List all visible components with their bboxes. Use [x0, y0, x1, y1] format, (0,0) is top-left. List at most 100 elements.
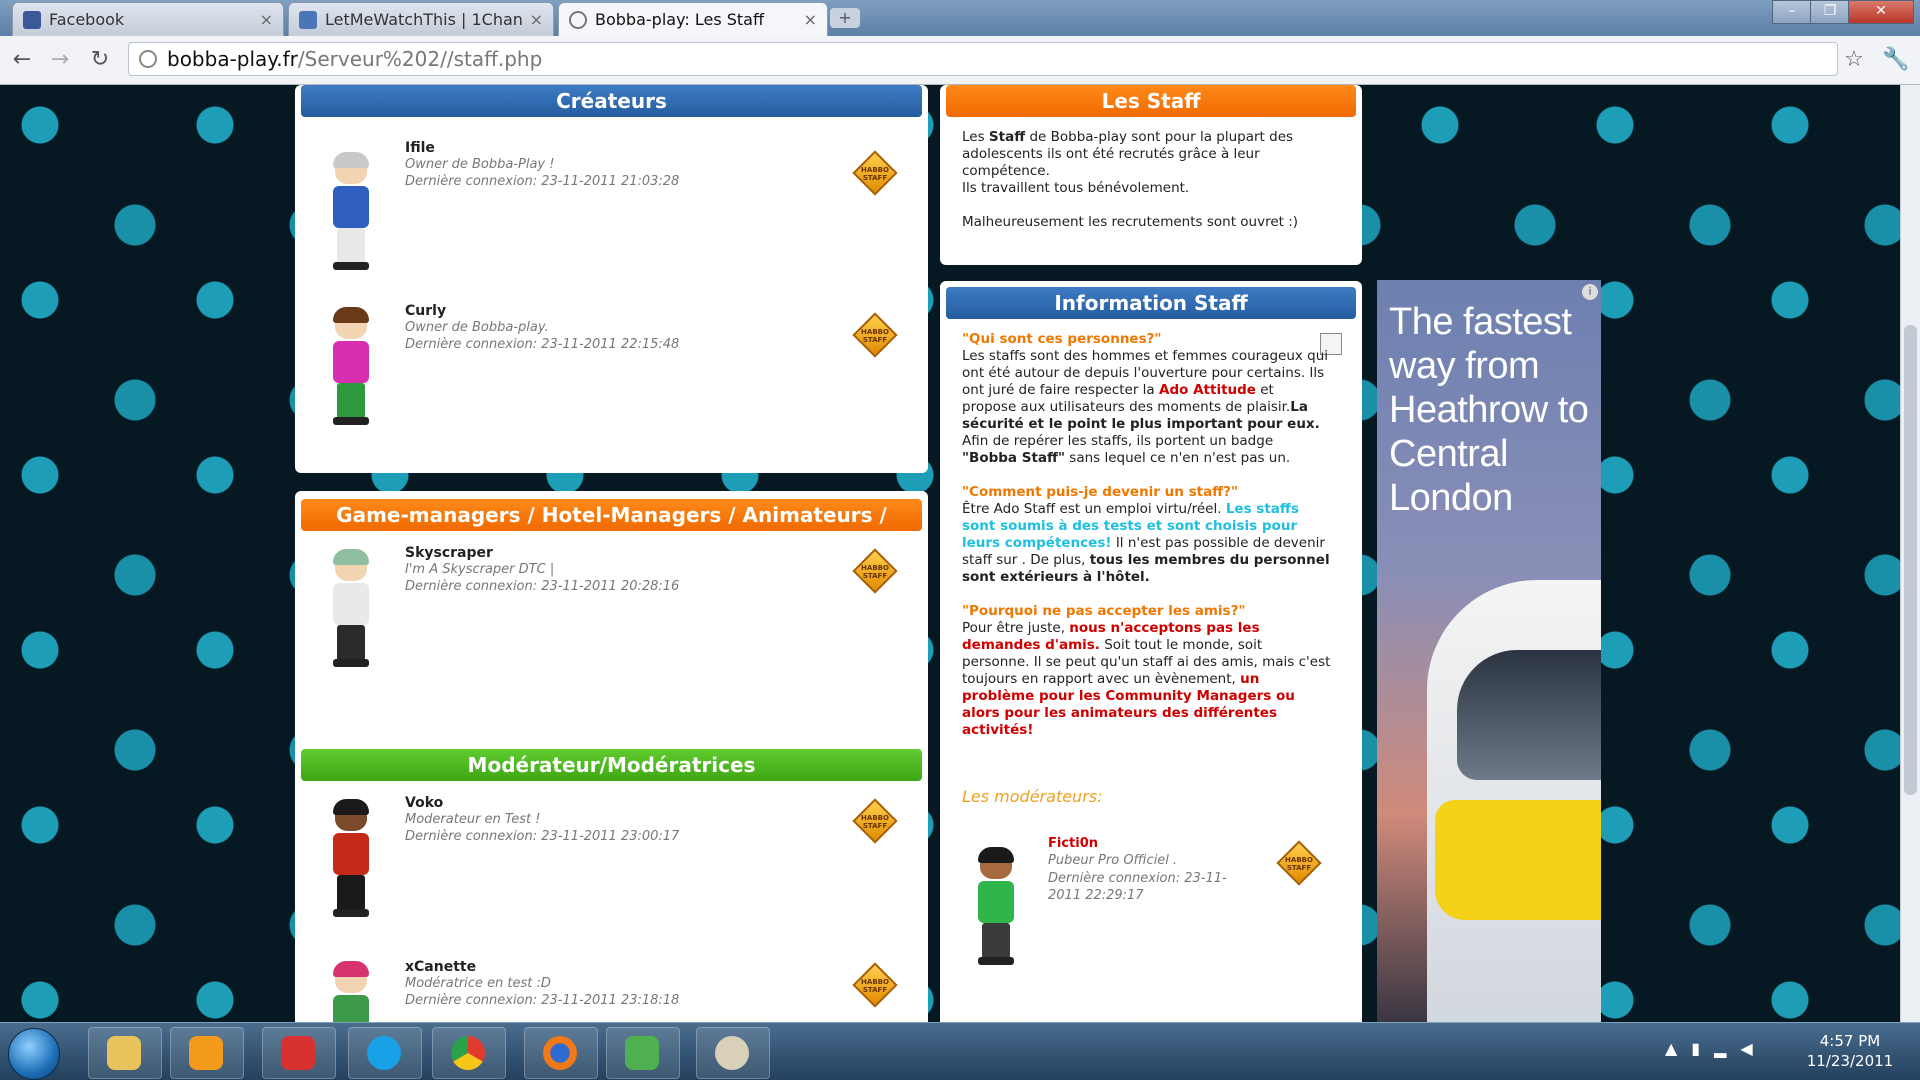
badge-label: HABBO STAFF: [861, 978, 889, 994]
member-name[interactable]: Ficti0n: [1048, 836, 1098, 851]
createurs-panel: Créateurs Ifile Owner de Bobba-Play ! De…: [295, 85, 928, 473]
train-windshield: [1457, 650, 1601, 780]
page-content: Créateurs Ifile Owner de Bobba-Play ! De…: [0, 85, 1900, 1022]
url-path: /Serveur%202//staff.php: [297, 47, 543, 71]
start-button[interactable]: [8, 1028, 60, 1080]
les-staff-header: Les Staff: [946, 85, 1356, 117]
star-icon[interactable]: ☆: [1840, 46, 1868, 74]
member-name[interactable]: xCanette: [405, 959, 476, 975]
managers-header: Game-managers / Hotel-Managers / Animate…: [301, 499, 922, 531]
createurs-header: Créateurs: [301, 85, 922, 117]
firefox-icon: [543, 1036, 577, 1070]
avatar: [327, 799, 375, 921]
member-card: Voko Moderateur en Test ! Dernière conne…: [295, 795, 928, 945]
train-yellow-front: [1435, 800, 1601, 920]
information-staff-text: "Qui sont ces personnes?" Les staffs son…: [962, 331, 1331, 738]
information-staff-panel: Information Staff "Qui sont ces personne…: [940, 281, 1362, 1022]
url-host: bobba-play.fr: [167, 47, 298, 71]
moderators-label: Les modérateurs:: [962, 787, 1103, 806]
moderateurs-panel: Modérateur/Modératrices Voko Moderateur …: [295, 741, 928, 1022]
clock[interactable]: 4:57 PM 11/23/2011: [1790, 1031, 1910, 1071]
letmewatchthis-icon: [299, 10, 317, 29]
avatar: [327, 961, 375, 1022]
app-icon: [281, 1036, 315, 1070]
close-icon[interactable]: ×: [530, 10, 543, 29]
member-role: Owner de Bobba-Play !: [405, 157, 555, 172]
member-role: Owner de Bobba-play.: [405, 320, 549, 335]
tab-letmewatchthis[interactable]: LetMeWatchThis | 1Channe ×: [288, 2, 554, 36]
staff-badge-icon: HABBO STAFF: [852, 548, 898, 594]
member-card: Curly Owner de Bobba-play. Dernière conn…: [295, 303, 928, 453]
member-name[interactable]: Curly: [405, 303, 446, 319]
member-last-login: Dernière connexion: 23-11-2011 20:28:16: [405, 579, 680, 594]
avatar: [327, 307, 375, 429]
avatar: [972, 847, 1020, 969]
reload-icon[interactable]: ↻: [86, 46, 114, 74]
member-role: Moderateur en Test !: [405, 812, 541, 827]
badge-label: HABBO STAFF: [1285, 856, 1313, 872]
system-tray[interactable]: ▲▮▂◀: [1665, 1039, 1767, 1058]
app-taskbar-button[interactable]: [262, 1027, 336, 1079]
member-role: Pubeur Pro Officiel .: [1048, 853, 1178, 868]
back-icon[interactable]: ←: [8, 46, 36, 74]
windows-taskbar: ▲▮▂◀ 4:57 PM 11/23/2011: [0, 1022, 1920, 1080]
staff-badge-icon: HABBO STAFF: [852, 798, 898, 844]
messenger-icon: [625, 1036, 659, 1070]
paint-icon: [715, 1036, 749, 1070]
tab-bobba-play[interactable]: Bobba-play: Les Staff ×: [558, 2, 828, 36]
member-name[interactable]: Skyscraper: [405, 545, 493, 561]
globe-icon: [139, 50, 157, 68]
maximize-button[interactable]: ❐: [1810, 0, 1850, 24]
staff-badge-icon: HABBO STAFF: [1276, 840, 1322, 886]
ad-headline: The fastest way from Heathrow to Central…: [1389, 301, 1589, 519]
badge-label: HABBO STAFF: [861, 564, 889, 580]
close-icon[interactable]: ×: [260, 10, 273, 29]
les-staff-text: Les Staff de Bobba-play sont pour la plu…: [962, 129, 1299, 230]
member-name[interactable]: Ifile: [405, 140, 435, 156]
staff-badge-icon: HABBO STAFF: [852, 150, 898, 196]
media-player-icon: [189, 1036, 223, 1070]
clock-date: 11/23/2011: [1806, 1052, 1894, 1070]
paint-taskbar-button[interactable]: [696, 1027, 770, 1079]
skype-icon: [367, 1036, 401, 1070]
member-last-login: Dernière connexion: 23-11-2011 23:18:18: [405, 993, 680, 1008]
member-last-login: Dernière connexion: 23-11-2011 21:03:28: [405, 174, 680, 189]
badge-label: HABBO STAFF: [861, 814, 889, 830]
information-staff-header: Information Staff: [946, 287, 1356, 319]
new-tab-button[interactable]: +: [830, 8, 860, 28]
tab-label: Facebook: [49, 10, 125, 29]
messenger-taskbar-button[interactable]: [606, 1027, 680, 1079]
clock-time: 4:57 PM: [1819, 1032, 1881, 1050]
member-role: Modératrice en test :D: [405, 976, 551, 991]
forward-icon[interactable]: →: [46, 46, 74, 74]
facebook-icon: [23, 10, 41, 29]
tab-label: LetMeWatchThis | 1Channe: [325, 10, 522, 29]
moderateurs-header: Modérateur/Modératrices: [301, 749, 922, 781]
scrollbar-thumb[interactable]: [1904, 325, 1917, 795]
skype-taskbar-button[interactable]: [348, 1027, 422, 1079]
firefox-taskbar-button[interactable]: [524, 1027, 598, 1079]
advertisement[interactable]: The fastest way from Heathrow to Central…: [1377, 280, 1601, 1022]
address-bar[interactable]: bobba-play.fr/Serveur%202//staff.php: [128, 42, 1838, 76]
badge-label: HABBO STAFF: [861, 328, 889, 344]
tab-facebook[interactable]: Facebook ×: [12, 2, 284, 36]
badge-label: HABBO STAFF: [861, 166, 889, 182]
avatar: [327, 152, 375, 274]
staff-badge-icon: HABBO STAFF: [852, 312, 898, 358]
folder-icon: [107, 1036, 141, 1070]
ad-info-icon[interactable]: i: [1582, 284, 1598, 300]
media-player-taskbar-button[interactable]: [170, 1027, 244, 1079]
tab-label: Bobba-play: Les Staff: [595, 10, 764, 29]
member-card: Skyscraper I'm A Skyscraper DTC | Derniè…: [295, 545, 928, 695]
page-scrollbar[interactable]: [1900, 85, 1920, 1022]
chrome-taskbar-button[interactable]: [432, 1027, 506, 1079]
minimize-button[interactable]: –: [1772, 0, 1812, 24]
wrench-icon[interactable]: 🔧: [1882, 46, 1910, 74]
close-icon[interactable]: ×: [804, 10, 817, 29]
browser-toolbar: ← → ↻ bobba-play.fr/Serveur%202//staff.p…: [0, 36, 1920, 85]
explorer-taskbar-button[interactable]: [88, 1027, 162, 1079]
member-name[interactable]: Voko: [405, 795, 443, 811]
close-window-button[interactable]: ✕: [1848, 0, 1914, 24]
member-last-login: Dernière connexion: 23-11-2011 23:00:17: [405, 829, 680, 844]
globe-icon: [569, 10, 587, 29]
